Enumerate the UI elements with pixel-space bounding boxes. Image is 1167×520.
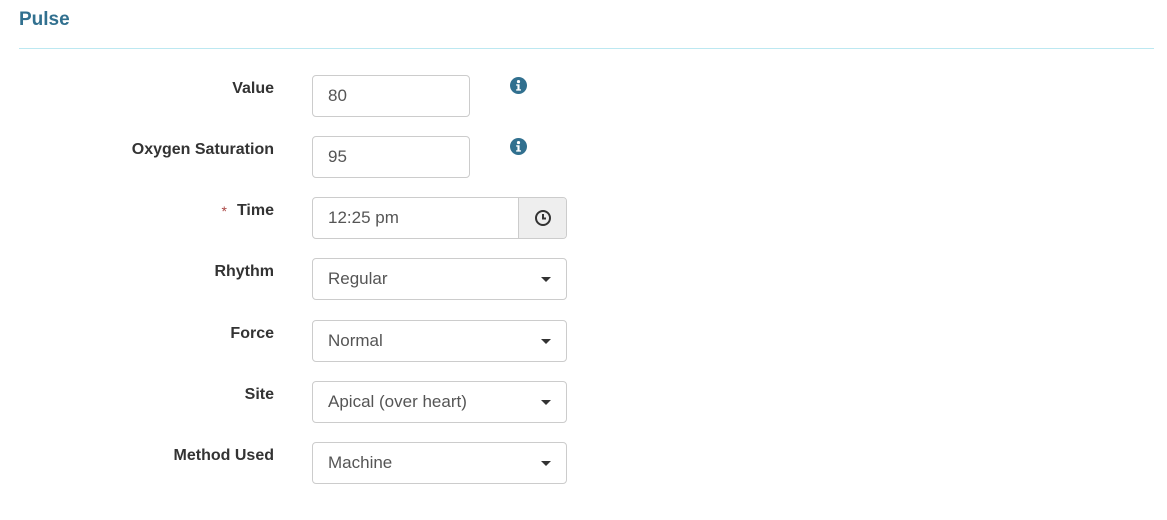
time-input[interactable]: 12:25 pm — [313, 198, 518, 238]
method-used-selected-value: Machine — [328, 453, 393, 472]
chevron-down-icon — [541, 461, 551, 466]
clock-icon — [534, 210, 551, 226]
force-label: Force — [230, 325, 274, 342]
force-selected-value: Normal — [328, 331, 383, 350]
chevron-down-icon — [541, 400, 551, 405]
chevron-down-icon — [541, 277, 551, 282]
required-marker: * — [221, 203, 227, 219]
section-title: Pulse — [19, 9, 70, 30]
method-used-select[interactable]: Machine — [312, 442, 567, 484]
site-selected-value: Apical (over heart) — [328, 392, 467, 411]
rhythm-selected-value: Regular — [328, 269, 388, 288]
site-label: Site — [244, 386, 274, 403]
method-used-label: Method Used — [173, 447, 274, 464]
time-row: * Time 12:25 pm — [0, 197, 1167, 241]
rhythm-row: Rhythm Regular — [0, 258, 1167, 302]
force-select[interactable]: Normal — [312, 320, 567, 362]
oxygen-saturation-input[interactable]: 95 — [312, 136, 470, 178]
value-row: Value 80 — [0, 75, 1167, 119]
time-label: * Time — [221, 199, 274, 223]
site-select[interactable]: Apical (over heart) — [312, 381, 567, 423]
time-picker[interactable]: 12:25 pm — [312, 197, 567, 239]
time-label-text: Time — [236, 202, 274, 219]
rhythm-label: Rhythm — [214, 263, 274, 280]
value-input[interactable]: 80 — [312, 75, 470, 117]
rhythm-select[interactable]: Regular — [312, 258, 567, 300]
oxygen-saturation-row: Oxygen Saturation 95 — [0, 136, 1167, 180]
chevron-down-icon — [541, 339, 551, 344]
info-circle-icon[interactable] — [510, 77, 527, 94]
value-label: Value — [232, 80, 274, 97]
force-row: Force Normal — [0, 320, 1167, 364]
section-divider — [19, 48, 1154, 49]
method-used-row: Method Used Machine — [0, 442, 1167, 486]
site-row: Site Apical (over heart) — [0, 381, 1167, 425]
oxygen-saturation-label: Oxygen Saturation — [131, 141, 274, 158]
info-circle-icon[interactable] — [510, 138, 527, 155]
time-picker-button[interactable] — [518, 198, 566, 238]
